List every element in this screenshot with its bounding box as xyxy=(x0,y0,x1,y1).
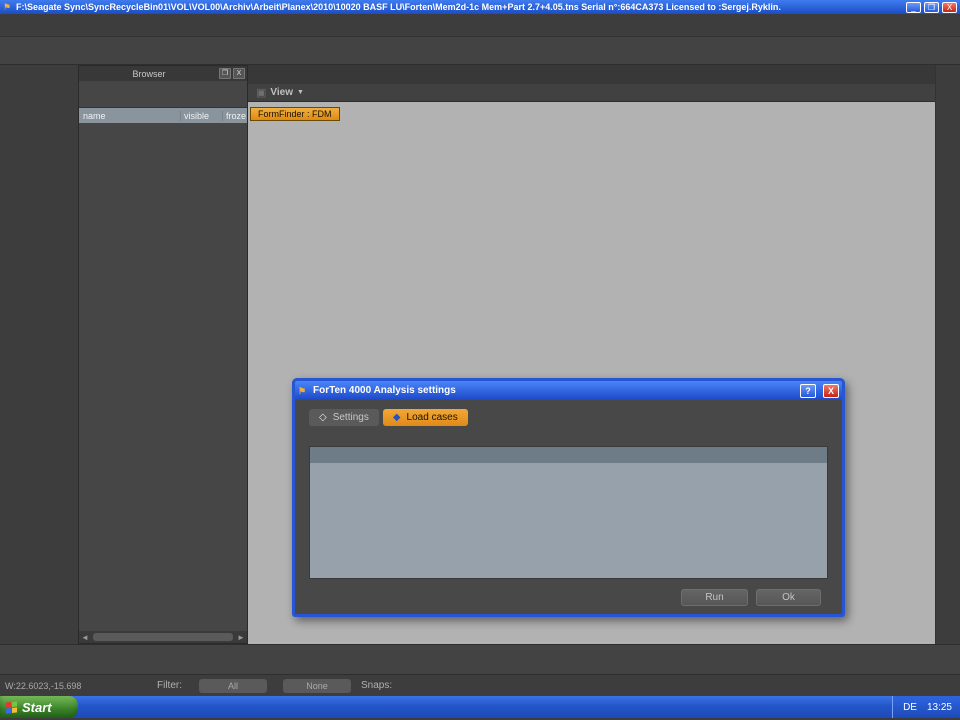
column-visible[interactable]: visible xyxy=(181,111,223,121)
panel-restore-icon[interactable]: ❐ xyxy=(219,68,231,79)
viewport: ▣ View ▼ FormFinder : FDM ⚑ ForTen 4000 … xyxy=(248,65,935,644)
minimize-button[interactable]: _ xyxy=(906,2,921,13)
browser-panel-title: Browser xyxy=(81,69,217,79)
panel-side-tabs xyxy=(62,65,78,644)
app-icon: ⚑ xyxy=(3,2,13,12)
dialog-titlebar[interactable]: ⚑ ForTen 4000 Analysis settings ? X xyxy=(295,381,842,400)
dialog-tabs: ◇ Settings ◆ Load cases xyxy=(309,409,828,426)
run-button[interactable]: Run xyxy=(681,589,748,606)
load-cases-tab-icon: ◆ xyxy=(393,412,401,423)
viewport-tabs xyxy=(248,65,935,84)
browser-panel-header: Browser ❐ X xyxy=(79,66,247,81)
filter-all-button[interactable]: All xyxy=(199,679,267,693)
dialog-close-button[interactable]: X xyxy=(823,384,839,398)
analysis-settings-dialog: ⚑ ForTen 4000 Analysis settings ? X ◇ Se… xyxy=(292,378,845,617)
browser-panel: Browser ❐ X name visible froze ◄ ► xyxy=(78,65,248,644)
application-window: ⚑ F:\Seagate Sync\SyncRecycleBin01\VOL\V… xyxy=(0,0,960,720)
start-button[interactable]: Start xyxy=(0,696,78,718)
load-cases-table xyxy=(309,446,828,579)
dialog-title: ForTen 4000 Analysis settings xyxy=(313,385,793,396)
tab-settings-label: Settings xyxy=(333,412,369,423)
browser-tree xyxy=(79,123,247,631)
column-name[interactable]: name xyxy=(79,111,181,121)
top-toolbar xyxy=(0,37,960,65)
bottom-toolbar xyxy=(0,644,960,674)
system-tray: DE 13:25 xyxy=(892,696,960,718)
right-tool-strip xyxy=(935,65,960,644)
tab-settings[interactable]: ◇ Settings xyxy=(309,409,379,426)
browser-column-headers: name visible froze xyxy=(79,108,247,123)
camera-icon: ▣ xyxy=(256,86,266,99)
panel-close-icon[interactable]: X xyxy=(233,68,245,79)
restore-button[interactable]: ❐ xyxy=(924,2,939,13)
left-toolbar-column-2 xyxy=(31,65,62,644)
scroll-thumb[interactable] xyxy=(93,633,233,641)
cursor-coordinates: W:22.6023,-15.698 xyxy=(5,681,153,691)
dialog-icon: ⚑ xyxy=(298,386,308,396)
browser-toolbar xyxy=(79,81,247,108)
view-toolbar: ▣ View ▼ xyxy=(248,84,935,102)
filter-none-button[interactable]: None xyxy=(283,679,351,693)
settings-tab-icon: ◇ xyxy=(319,412,327,423)
table-header-row xyxy=(310,447,827,463)
tab-load-cases[interactable]: ◆ Load cases xyxy=(383,409,468,426)
browser-hscrollbar[interactable]: ◄ ► xyxy=(79,631,247,643)
view-menu-label: View xyxy=(270,87,293,98)
main-area: Browser ❐ X name visible froze ◄ ► ▣ xyxy=(0,65,960,644)
view-menu[interactable]: ▣ View ▼ xyxy=(256,86,304,99)
keyboard-language[interactable]: DE xyxy=(903,702,917,713)
formfinder-badge: FormFinder : FDM xyxy=(250,107,340,121)
scroll-left-icon[interactable]: ◄ xyxy=(79,633,91,642)
close-button[interactable]: X xyxy=(942,2,957,13)
left-tool-strip xyxy=(0,65,62,644)
dialog-footer: Run Ok xyxy=(309,589,828,606)
ok-button[interactable]: Ok xyxy=(756,589,821,606)
menu-bar xyxy=(0,14,960,37)
scroll-right-icon[interactable]: ► xyxy=(235,633,247,642)
start-label: Start xyxy=(22,700,52,715)
snaps-label: Snaps: xyxy=(361,680,392,691)
chevron-down-icon: ▼ xyxy=(297,89,304,96)
window-titlebar: ⚑ F:\Seagate Sync\SyncRecycleBin01\VOL\V… xyxy=(0,0,960,14)
window-title: F:\Seagate Sync\SyncRecycleBin01\VOL\VOL… xyxy=(16,2,903,12)
clock[interactable]: 13:25 xyxy=(927,702,952,713)
left-toolbar-column-1 xyxy=(0,65,31,644)
filter-label: Filter: xyxy=(157,680,182,691)
model-canvas[interactable]: FormFinder : FDM ⚑ ForTen 4000 Analysis … xyxy=(248,102,935,644)
dialog-body: ◇ Settings ◆ Load cases xyxy=(295,400,842,614)
tab-load-cases-label: Load cases xyxy=(407,412,458,423)
column-frozen[interactable]: froze xyxy=(223,111,247,121)
windows-flag-icon xyxy=(6,701,17,713)
taskbar: Start DE 13:25 xyxy=(0,696,960,718)
dialog-help-button[interactable]: ? xyxy=(800,384,816,398)
status-filter-bar: W:22.6023,-15.698 Filter: All None Snaps… xyxy=(0,674,960,696)
